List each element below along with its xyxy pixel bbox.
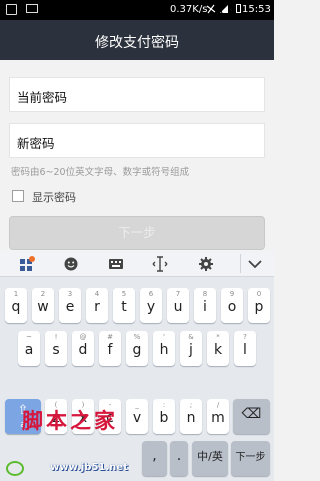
watermark-logo [6, 461, 24, 476]
key-h[interactable]: ' h [153, 331, 175, 366]
next-key[interactable]: 下一步 [231, 441, 270, 476]
screenshot-icon [26, 4, 38, 13]
show-password-checkbox[interactable] [12, 190, 24, 202]
clock: 15:53 [242, 4, 271, 15]
password-hint: 密码由6~20位英文字母、数字或符号组成 [11, 167, 190, 178]
notification-icon [6, 4, 17, 15]
lang-switch-key[interactable]: 中/英 [192, 441, 228, 476]
collapse-icon[interactable] [247, 256, 263, 272]
key-q[interactable]: 1q [5, 288, 27, 323]
key-t[interactable]: 5t [113, 288, 135, 323]
key-b[interactable]: :b [153, 399, 175, 434]
keyboard-icon[interactable] [108, 256, 124, 272]
key-k[interactable]: * k [207, 331, 229, 366]
key-d[interactable]: @ d [72, 331, 94, 366]
current-password-field[interactable]: 当前密码 [9, 77, 265, 112]
page-title: 修改支付密码 [95, 35, 179, 51]
key-a[interactable]: ~ a [18, 331, 40, 366]
battery-icon [236, 4, 241, 13]
keyboard-toolbar [0, 250, 274, 277]
comma-key[interactable]: , [142, 441, 167, 476]
backspace-key[interactable]: ⌫ [233, 399, 270, 434]
key-i[interactable]: 8i [194, 288, 216, 323]
new-password-field[interactable]: 新密码 [9, 123, 265, 158]
key-g[interactable]: % g [126, 331, 148, 366]
key-r[interactable]: 4r [86, 288, 108, 323]
key-p[interactable]: 0p [248, 288, 270, 323]
key-o[interactable]: 9o [221, 288, 243, 323]
toolbar-divider [240, 254, 241, 273]
emoji-icon[interactable] [63, 256, 79, 272]
new-password-label: 新密码 [17, 136, 55, 151]
key-w[interactable]: 2w [32, 288, 54, 323]
show-password-label[interactable]: 显示密码 [32, 189, 76, 205]
current-password-label: 当前密码 [17, 90, 68, 105]
watermark-text: 脚本之家 [22, 408, 118, 433]
key-j[interactable]: & j [180, 331, 202, 366]
key-v[interactable]: _ v [126, 399, 148, 434]
status-bar: 0.37K/s 15:53 [0, 0, 274, 20]
key-u[interactable]: 7u [167, 288, 189, 323]
cursor-icon[interactable] [152, 256, 168, 272]
soft-keyboard: 1q 2w 3e 4r 5t 6y 7u 8i 9o 0p ~ a ! s @ d #… [0, 250, 274, 481]
network-speed: 0.37K/s [170, 4, 208, 15]
key-f[interactable]: # f [99, 331, 121, 366]
key-n[interactable]: ; n [180, 399, 202, 434]
key-y[interactable]: 6y [140, 288, 162, 323]
key-m[interactable]: / m [207, 399, 229, 434]
watermark-url: www.jb51.net [50, 462, 128, 473]
key-e[interactable]: 3e [59, 288, 81, 323]
signal-icon [206, 4, 228, 14]
title-bar: 修改支付密码 [0, 20, 274, 60]
key-s[interactable]: ! s [45, 331, 67, 366]
period-key[interactable]: . [170, 441, 188, 476]
next-button[interactable]: 下一步 [9, 216, 265, 250]
key-l[interactable]: ? l [234, 331, 256, 366]
grid-icon[interactable] [19, 256, 35, 272]
settings-icon[interactable] [198, 256, 214, 272]
